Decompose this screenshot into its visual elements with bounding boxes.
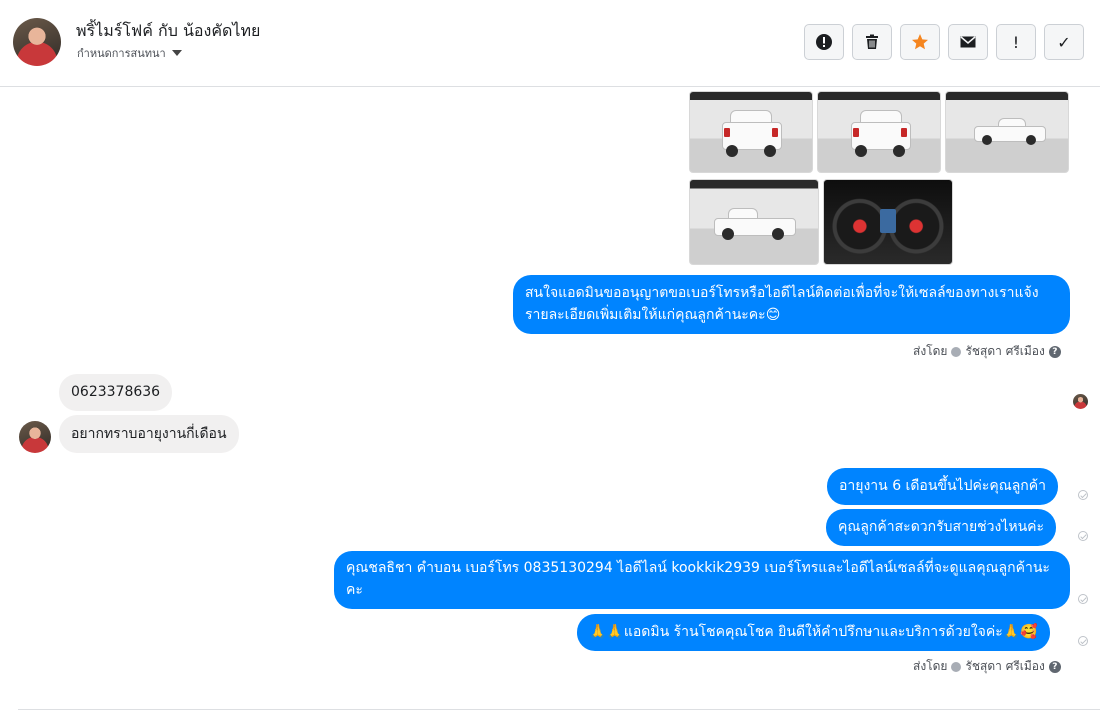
star-icon [912,34,928,50]
mail-button[interactable] [948,24,988,60]
truck-photo[interactable] [817,91,941,173]
sender-name: รัชสุดา ศรีเมือง [965,659,1045,673]
contact-avatar-small[interactable] [19,421,51,453]
contact-avatar[interactable] [13,18,61,66]
done-button[interactable]: ✓ [1044,24,1084,60]
sender-name: รัชสุดา ศรีเมือง [965,344,1045,358]
alert-circle-icon [816,34,832,50]
read-receipt-avatar [1073,394,1088,409]
outgoing-message[interactable]: คุณลูกค้าสะดวกรับสายช่วงไหนค่ะ [826,509,1057,546]
report-button[interactable] [804,24,844,60]
user-icon [951,661,962,672]
conversation-label-dropdown[interactable]: กำหนดการสนทนา [77,44,182,62]
header-actions: ! ✓ [804,24,1084,60]
sent-by-prefix: ส่งโดย [913,344,948,358]
user-icon [951,346,962,357]
sent-check-icon [1078,636,1088,646]
composer-divider [18,709,1100,710]
delete-button[interactable] [852,24,892,60]
truck-photo[interactable] [689,91,813,173]
truck-photo[interactable] [689,179,819,265]
incoming-message[interactable]: อยากทราบอายุงานกี่เดือน [59,415,239,453]
sent-check-icon [1078,531,1088,541]
outgoing-message[interactable]: อายุงาน 6 เดือนขึ้นไปค่ะคุณลูกค้า [827,468,1058,505]
dashboard-photo[interactable] [823,179,953,265]
truck-photo[interactable] [945,91,1069,173]
sent-by-prefix: ส่งโดย [913,659,948,673]
checkmark-icon: ✓ [1057,32,1071,52]
caret-down-icon [171,50,182,56]
help-icon[interactable]: ? [1048,345,1061,358]
conversation-label-text: กำหนดการสนทนา [77,47,166,60]
sent-by-label: ส่งโดย รัชสุดา ศรีเมือง ? [913,342,1061,361]
contact-name[interactable]: พริ้ไมร์โฟค์ กับ น้องคัดไทย [76,19,260,44]
outgoing-message[interactable]: สนใจแอดมินขออนุญาตขอเบอร์โทรหรือไอดีไลน์… [513,275,1070,334]
sent-check-icon [1078,594,1088,604]
outgoing-message[interactable]: คุณชลธิชา คำบอน เบอร์โทร 0835130294 ไอดี… [334,551,1070,609]
outgoing-message[interactable]: 🙏🙏แอดมิน ร้านโชคคุณโชค ยินดีให้คำปรึกษาแ… [577,614,1050,651]
help-icon[interactable]: ? [1048,660,1061,673]
sent-by-label: ส่งโดย รัชสุดา ศรีเมือง ? [913,657,1061,676]
trash-icon [866,34,878,49]
exclamation-icon: ! [1012,32,1020,52]
conversation-header: พริ้ไมร์โฟค์ กับ น้องคัดไทย กำหนดการสนทน… [0,0,1100,87]
spam-button[interactable]: ! [996,24,1036,60]
envelope-icon [960,36,976,48]
sent-check-icon [1078,490,1088,500]
star-button[interactable] [900,24,940,60]
incoming-message[interactable]: 0623378636 [59,374,173,411]
